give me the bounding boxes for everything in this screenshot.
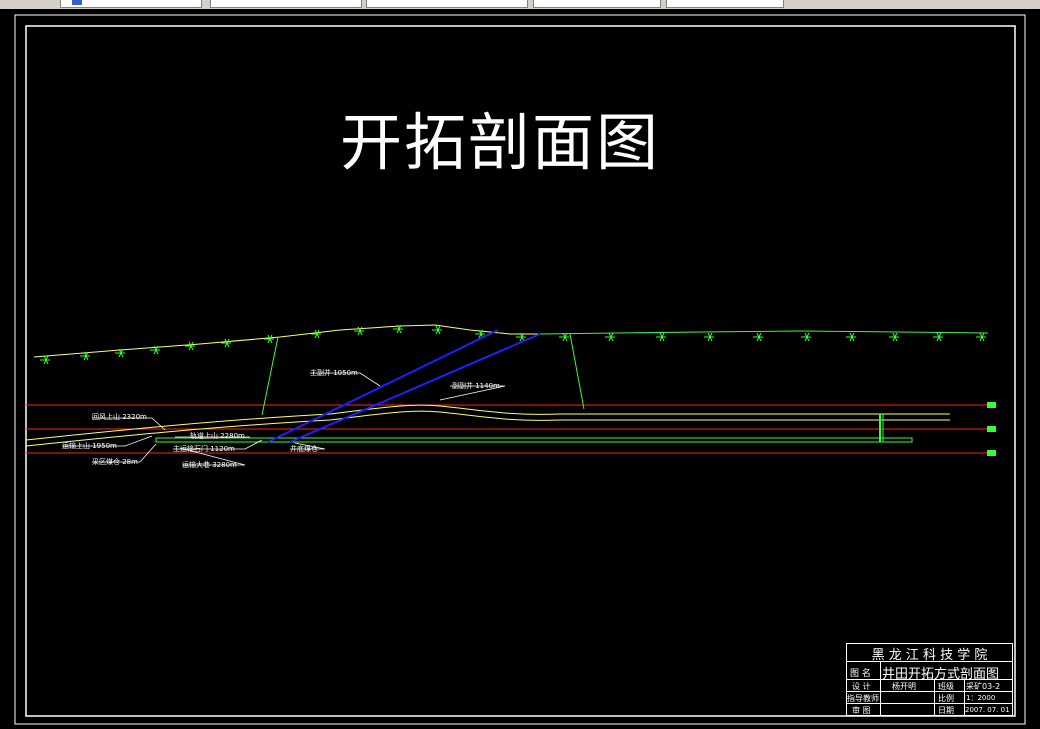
date-label: 日期	[938, 706, 954, 715]
track-uphill-label: 轨道上山 2280m	[190, 431, 245, 440]
haul-uphill-label: 运输上山 1950m	[62, 441, 117, 450]
shaft-bunker-label: 井底煤仓	[290, 444, 318, 453]
toolbar-combo-2[interactable]	[210, 0, 362, 8]
title-block: 黑 龙 江 科 技 学 院 图 名 井田开拓方式剖面图 设 计 杨开明 班级 采…	[846, 643, 1013, 716]
main-shaft-label: 主副井 1050m	[310, 368, 358, 377]
drawing-canvas[interactable]: 主副井 1050m 副副井 1140m 回风上山 2320m 轨道上山 2280…	[0, 9, 1040, 729]
toolbar-combo-3[interactable]	[366, 0, 528, 8]
advisor-label: 指导教师	[847, 694, 879, 703]
layer-icon[interactable]	[72, 0, 82, 5]
class-label: 班级	[938, 682, 954, 691]
scale-label: 比例	[938, 694, 954, 703]
toolbar-combo-5[interactable]	[666, 0, 784, 8]
mining-bunker-label: 采区煤仓 28m	[92, 457, 138, 466]
toolbar-combo-4[interactable]	[533, 0, 661, 8]
aux-shaft-label: 副副井 1140m	[452, 381, 500, 390]
design-label: 设 计	[852, 682, 871, 691]
return-uphill-label: 回风上山 2320m	[92, 412, 147, 421]
date-value: 2007. 07. 01	[965, 706, 1010, 714]
scale-value: 1：2000	[966, 694, 996, 702]
drawing-name-label: 图 名	[850, 669, 871, 679]
designer-name: 杨开明	[892, 682, 916, 691]
main-crosscut-label: 主运输石门 1120m	[173, 444, 235, 453]
institution-name: 黑 龙 江 科 技 学 院	[871, 648, 988, 663]
toolbar-strip	[0, 0, 1040, 9]
class-value: 采矿03-2	[966, 682, 1001, 691]
review-label: 审 图	[852, 706, 871, 715]
drawing-title: 开拓剖面图	[339, 106, 660, 179]
haul-roadway-label: 运输大巷 3280m	[182, 460, 237, 469]
drawing-name: 井田开拓方式剖面图	[882, 667, 1000, 682]
